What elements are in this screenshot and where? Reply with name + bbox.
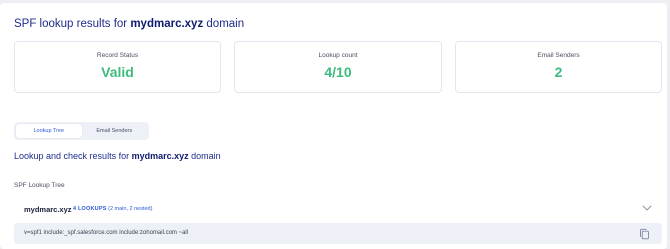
record-status-label: Record Status	[96, 52, 139, 59]
record-status-value: Valid	[101, 64, 134, 80]
page-title-suffix: domain	[203, 18, 245, 30]
tree-root-row[interactable]: mydmarc.xyz 4 LOOKUPS (2 main, 2 nested)	[14, 200, 662, 220]
lookup-count-label: Lookup count	[318, 52, 358, 59]
page-title-prefix: SPF lookup results for	[14, 18, 131, 30]
lookup-badge-count: 4 LOOKUPS	[73, 206, 107, 212]
results-panel: SPF lookup results for mydmarc.xyz domai…	[0, 3, 667, 249]
record-status-card: Record Status Valid	[14, 41, 221, 93]
email-senders-card: Email Senders 2	[455, 41, 662, 93]
section-title: Lookup and check results for mydmarc.xyz…	[14, 151, 221, 161]
chevron-down-icon[interactable]	[642, 203, 652, 213]
spf-lookup-tree-label: SPF Lookup Tree	[14, 182, 65, 189]
lookup-count-badge: 4 LOOKUPS (2 main, 2 nested)	[73, 206, 152, 212]
result-tabs: Lookup Tree Email Senders	[14, 122, 149, 140]
spf-record-box: v=spf1 include:_spf.salesforce.com inclu…	[14, 223, 662, 244]
lookup-badge-detail: (2 main, 2 nested)	[106, 206, 153, 212]
email-senders-value: 2	[554, 64, 563, 80]
spf-record-text: v=spf1 include:_spf.salesforce.com inclu…	[24, 230, 189, 236]
email-senders-label: Email Senders	[537, 52, 580, 59]
tab-lookup-tree[interactable]: Lookup Tree	[16, 124, 82, 138]
lookup-count-card: Lookup count 4/10	[234, 41, 442, 93]
section-title-domain: mydmarc.xyz	[131, 151, 189, 161]
tab-email-senders[interactable]: Email Senders	[82, 124, 148, 138]
lookup-count-value: 4/10	[324, 64, 352, 80]
page-title-domain: mydmarc.xyz	[130, 18, 204, 30]
section-title-suffix: domain	[188, 151, 221, 161]
tree-root-domain: mydmarc.xyz	[24, 205, 72, 214]
page-title: SPF lookup results for mydmarc.xyz domai…	[14, 18, 244, 30]
copy-icon[interactable]	[639, 228, 650, 240]
section-title-prefix: Lookup and check results for	[14, 151, 132, 161]
